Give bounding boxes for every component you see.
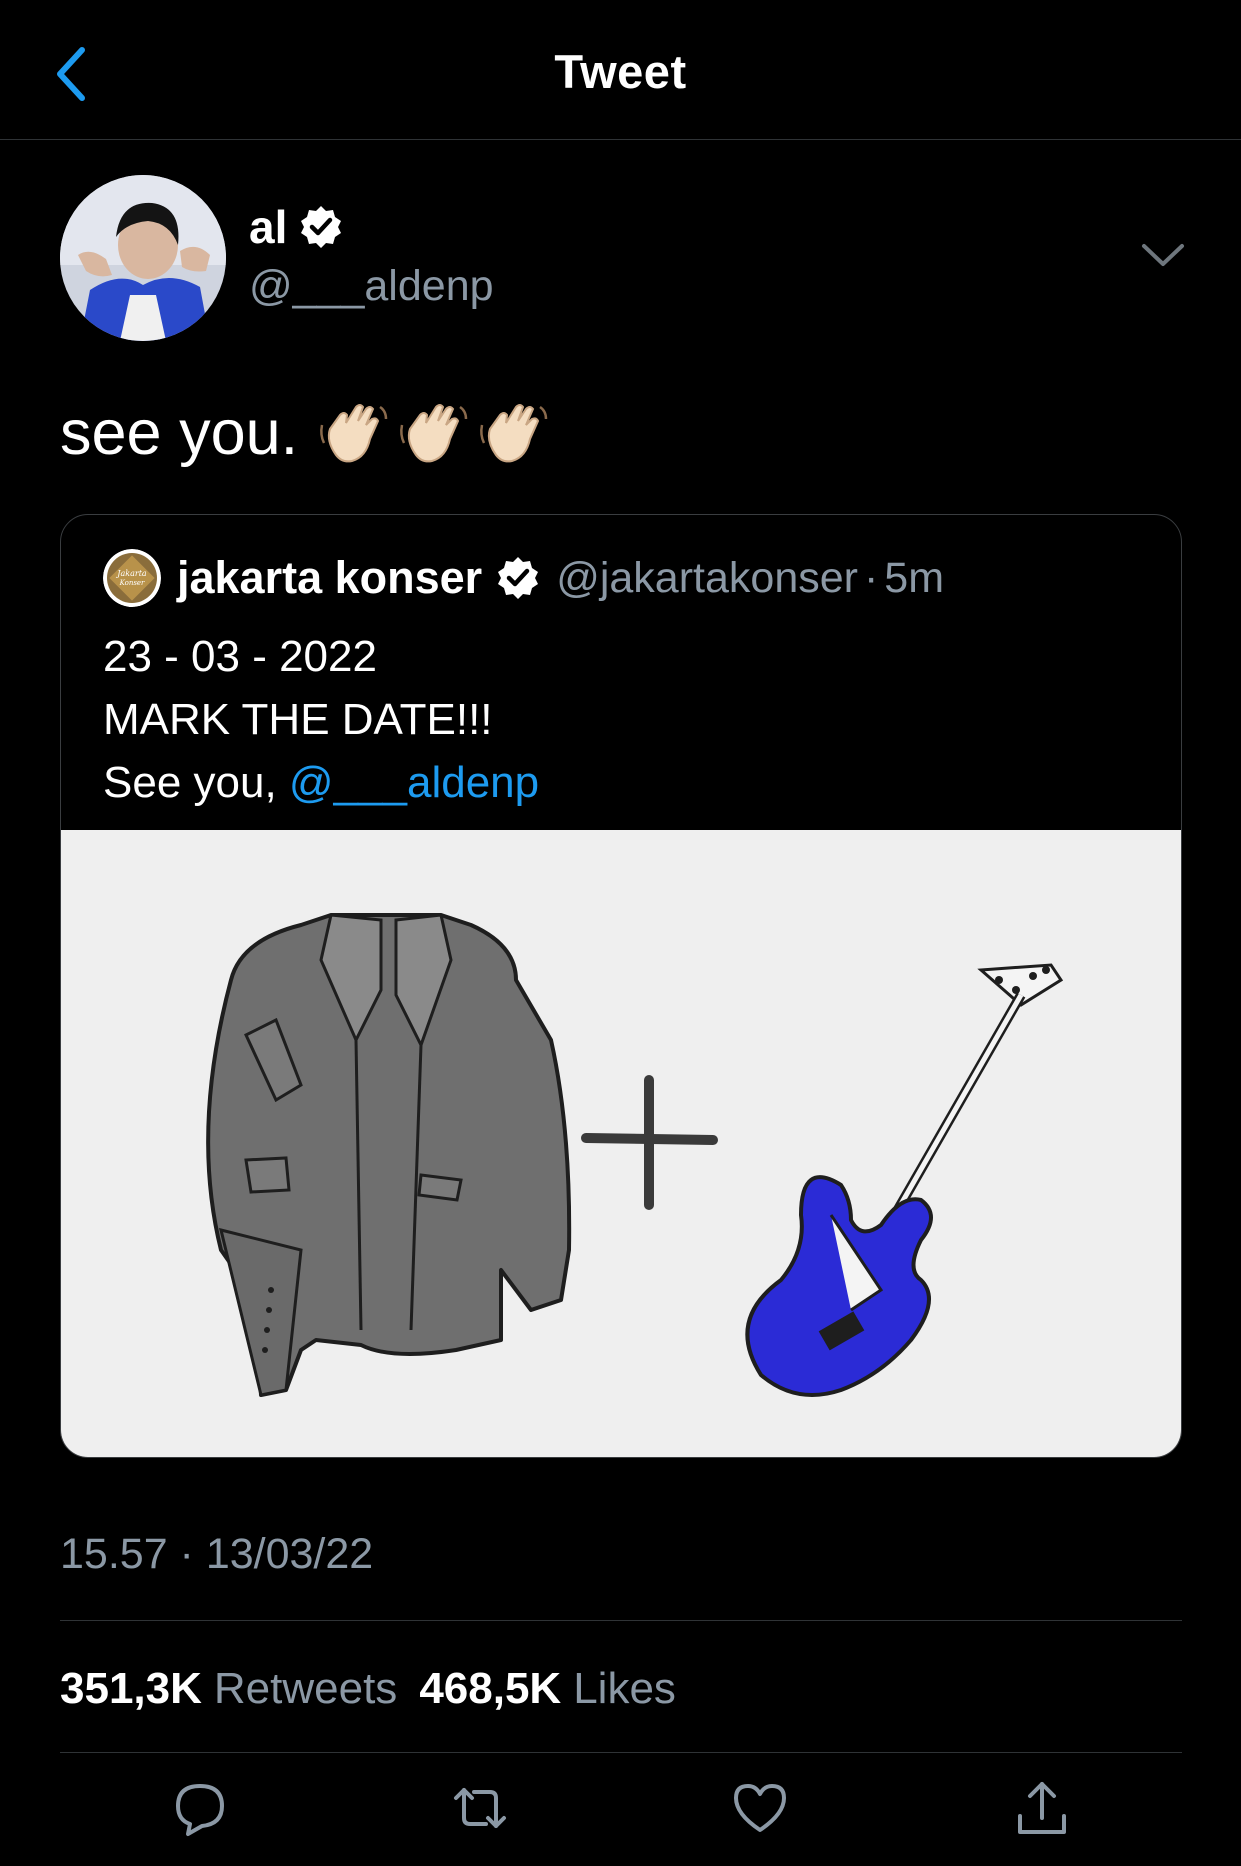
retweets-label[interactable]: Retweets — [214, 1664, 397, 1714]
like-button[interactable] — [730, 1778, 790, 1838]
quoted-tweet-text: 23 - 03 - 2022 MARK THE DATE!!! See you,… — [103, 625, 539, 814]
author-handle[interactable]: @___aldenp — [249, 262, 494, 311]
retweets-count[interactable]: 351,3K — [60, 1664, 202, 1714]
likes-label[interactable]: Likes — [573, 1664, 676, 1714]
retweet-icon — [454, 1788, 506, 1828]
quoted-text-line: 23 - 03 - 2022 — [103, 632, 377, 681]
waving-hand-icon — [480, 404, 548, 463]
author-name-row[interactable]: al — [249, 200, 345, 254]
heart-icon — [734, 1784, 786, 1832]
author-name[interactable]: al — [249, 200, 287, 254]
separator-dot: · — [863, 553, 879, 602]
verified-badge-icon — [498, 557, 539, 599]
more-options-button[interactable] — [1140, 240, 1186, 270]
tweet-text: see you. — [60, 395, 556, 471]
author-avatar[interactable] — [60, 175, 226, 341]
reply-icon — [176, 1784, 224, 1836]
quoted-author-handle: @jakartakonser — [556, 553, 858, 602]
verified-badge-icon — [301, 206, 342, 248]
waving-hand-icon — [400, 404, 468, 463]
likes-count[interactable]: 468,5K — [419, 1664, 561, 1714]
quoted-tweet-time: 5m — [884, 553, 945, 602]
reply-button[interactable] — [170, 1778, 230, 1838]
share-button[interactable] — [1012, 1778, 1072, 1838]
quoted-text-prefix: See you, — [103, 758, 289, 807]
quoted-text-line: See you, @___aldenp — [103, 751, 539, 814]
bass-guitar-illustration — [745, 963, 1064, 1397]
share-icon — [1018, 1782, 1066, 1834]
action-bar — [0, 1778, 1241, 1838]
top-nav-bar: Tweet — [0, 0, 1241, 140]
divider — [60, 1620, 1182, 1621]
engagement-stats: 351,3K Retweets 468,5K Likes — [60, 1664, 698, 1714]
page-title: Tweet — [554, 45, 687, 98]
quoted-text-line: MARK THE DATE!!! — [103, 695, 493, 744]
divider — [60, 1752, 1182, 1753]
waving-hand-emojis — [316, 395, 556, 471]
mention-link[interactable]: @___aldenp — [289, 758, 539, 807]
quoted-tweet-card[interactable]: Jakarta Konser jakarta konser @jakartako… — [60, 514, 1182, 1458]
quoted-tweet-header: Jakarta Konser jakarta konser @jakartako… — [103, 549, 944, 607]
svg-text:Jakarta: Jakarta — [115, 569, 147, 578]
quoted-author-avatar[interactable]: Jakarta Konser — [103, 549, 161, 607]
quoted-tweet-image[interactable] — [61, 830, 1181, 1457]
waving-hand-icon — [320, 404, 388, 463]
tweet-body: see you. — [60, 398, 299, 468]
plus-sign-illustration — [581, 1075, 718, 1210]
retweet-button[interactable] — [450, 1778, 510, 1838]
quoted-author-name: jakarta konser — [177, 552, 483, 603]
jacket-illustration — [206, 913, 572, 1397]
tweet-timestamp: 15.57 · 13/03/22 — [60, 1530, 374, 1578]
svg-text:Konser: Konser — [119, 579, 145, 587]
chevron-down-icon — [1142, 244, 1184, 266]
